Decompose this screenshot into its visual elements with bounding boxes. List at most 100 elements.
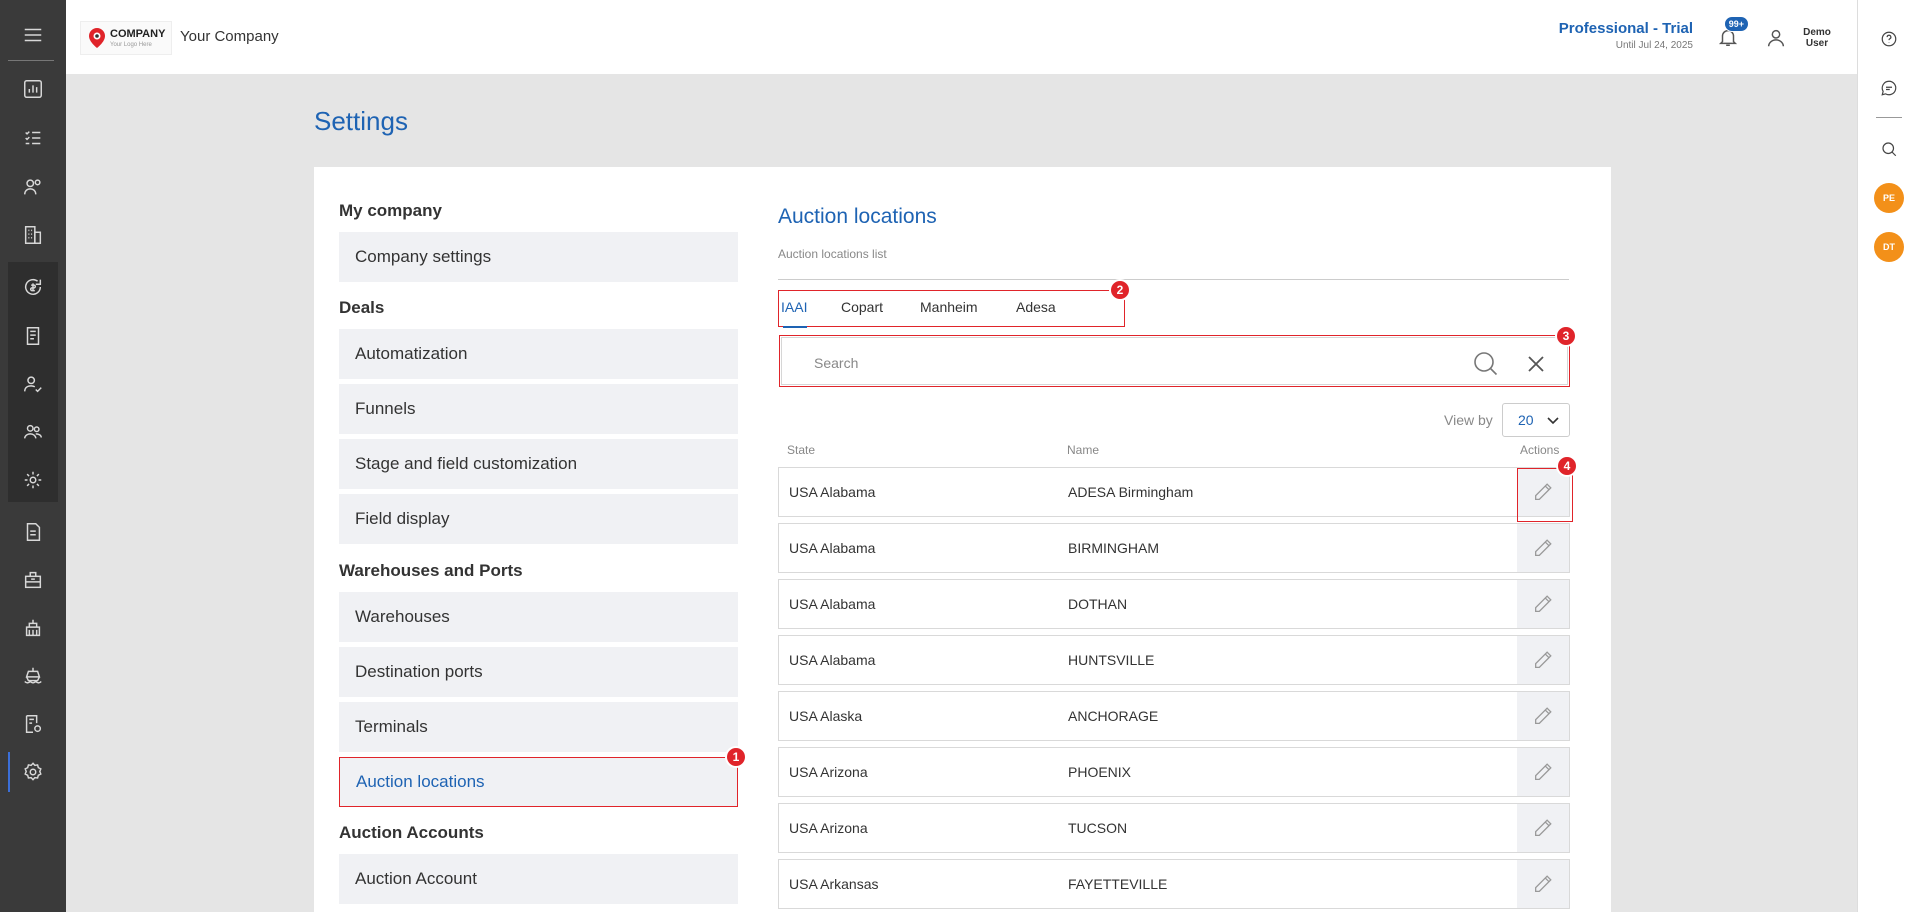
annotation-marker-1: 1 (725, 746, 747, 768)
pencil-icon (1535, 875, 1552, 892)
user-check-icon[interactable] (0, 361, 66, 407)
rail-divider (1876, 117, 1902, 118)
column-header-state: State (787, 443, 816, 457)
avatar-pe[interactable]: PE (1874, 183, 1904, 213)
company-logo[interactable]: COMPANY Your Logo Here (80, 21, 172, 55)
nav-item-destination-ports[interactable]: Destination ports (339, 647, 738, 697)
cell-state: USA Alaska (789, 708, 863, 724)
column-header-actions: Actions (1520, 443, 1560, 457)
chat-icon[interactable] (1873, 72, 1905, 104)
sidebar-divider (8, 60, 54, 61)
page-title: Settings (314, 106, 408, 136)
cell-state: USA Alabama (789, 484, 876, 500)
user-settings-icon[interactable] (0, 457, 66, 503)
avatar-dt[interactable]: DT (1874, 232, 1904, 262)
plan-until: Until Jul 24, 2025 (1615, 40, 1693, 51)
cell-name: HUNTSVILLE (1068, 652, 1155, 668)
top-header: COMPANY Your Logo Here Your Company Prof… (66, 0, 1857, 74)
tab-copart[interactable]: Copart (841, 299, 883, 315)
table-row[interactable]: USA Alaska ANCHORAGE (778, 691, 1570, 741)
nav-section-auction-accounts: Auction Accounts (339, 823, 484, 842)
content-divider (778, 279, 1569, 280)
tab-manheim[interactable]: Manheim (920, 299, 978, 315)
plan-info[interactable]: Professional - Trial Until Jul 24, 2025 (1559, 20, 1693, 51)
reports-settings-icon[interactable] (0, 701, 66, 747)
nav-item-warehouses[interactable]: Warehouses (339, 592, 738, 642)
settings-card: My company Company settings Deals Automa… (314, 167, 1611, 912)
edit-button[interactable] (1517, 580, 1569, 628)
menu-icon[interactable] (0, 12, 66, 58)
content-title: Auction locations (778, 205, 937, 228)
clear-close-icon[interactable] (1525, 353, 1547, 375)
pencil-icon (1535, 539, 1552, 556)
invoice-book-icon[interactable] (0, 313, 66, 359)
tasks-list-icon[interactable] (0, 115, 66, 161)
cell-name: ANCHORAGE (1068, 708, 1159, 724)
edit-button[interactable] (1517, 860, 1569, 908)
table-row[interactable]: USA Alabama BIRMINGHAM (778, 523, 1570, 573)
cell-state: USA Alabama (789, 540, 876, 556)
dashboard-icon[interactable] (0, 66, 66, 112)
cell-state: USA Arizona (789, 820, 868, 836)
cell-state: USA Alabama (789, 652, 876, 668)
pencil-icon (1535, 819, 1552, 836)
view-by-label: View by (1444, 412, 1493, 428)
contacts-icon[interactable] (0, 164, 66, 210)
table-row[interactable]: USA Alabama HUNTSVILLE (778, 635, 1570, 685)
ship-port-icon[interactable] (0, 653, 66, 699)
warehouse-box-icon[interactable] (0, 557, 66, 603)
nav-section-warehouses-ports: Warehouses and Ports (339, 561, 523, 580)
table-row[interactable]: USA Arkansas FAYETTEVILLE (778, 859, 1570, 909)
search-rail-icon[interactable] (1873, 133, 1905, 165)
user-last-name: User (1805, 37, 1829, 49)
help-icon[interactable] (1873, 23, 1905, 55)
cell-name: DOTHAN (1068, 596, 1128, 612)
user-name[interactable]: Demo User (1799, 27, 1835, 49)
nav-item-company-settings[interactable]: Company settings (339, 232, 738, 282)
nav-item-stage-field-customization[interactable]: Stage and field customization (339, 439, 738, 489)
nav-item-terminals[interactable]: Terminals (339, 702, 738, 752)
auction-tabs: IAAI Copart Manheim Adesa (778, 290, 1125, 328)
table-row[interactable]: USA Arizona TUCSON (778, 803, 1570, 853)
user-avatar-icon[interactable] (1761, 23, 1791, 53)
tab-adesa[interactable]: Adesa (1016, 299, 1056, 315)
terminal-crane-icon[interactable] (0, 605, 66, 651)
view-by-value: 20 (1518, 412, 1534, 428)
content-subtitle: Auction locations list (778, 247, 887, 261)
edit-button[interactable] (1517, 524, 1569, 572)
edit-button[interactable] (1517, 692, 1569, 740)
chevron-down-icon (1547, 417, 1559, 425)
edit-button[interactable] (1517, 636, 1569, 684)
nav-item-auction-locations[interactable]: Auction locations (339, 757, 738, 807)
edit-button[interactable] (1517, 804, 1569, 852)
company-name: Your Company (180, 28, 279, 45)
search-icon[interactable] (1473, 351, 1499, 377)
notifications-bell-icon[interactable]: 99+ (1713, 16, 1749, 52)
table-row[interactable]: USA Alabama ADESA Birmingham (778, 467, 1570, 517)
nav-item-auction-account[interactable]: Auction Account (339, 854, 738, 904)
tab-iaai[interactable]: IAAI (781, 299, 807, 315)
edit-button[interactable] (1517, 748, 1569, 796)
search-input[interactable] (814, 352, 1454, 374)
table-row[interactable]: USA Arizona PHOENIX (778, 747, 1570, 797)
annotation-marker-2: 2 (1109, 279, 1131, 301)
annotation-marker-4: 4 (1556, 455, 1578, 477)
plan-name[interactable]: Professional - Trial (1559, 20, 1693, 37)
view-by-select[interactable]: 20 (1502, 403, 1570, 437)
table-row[interactable]: USA Alabama DOTHAN (778, 579, 1570, 629)
team-icon[interactable] (0, 409, 66, 455)
nav-item-automatization[interactable]: Automatization (339, 329, 738, 379)
pencil-icon (1535, 707, 1552, 724)
cell-name: TUCSON (1068, 820, 1128, 836)
cell-state: USA Alabama (789, 596, 876, 612)
companies-building-icon[interactable] (0, 212, 66, 258)
document-icon[interactable] (0, 509, 66, 555)
nav-item-field-display[interactable]: Field display (339, 494, 738, 544)
cell-name: ADESA Birmingham (1068, 484, 1194, 500)
finance-cycle-icon[interactable] (0, 264, 66, 310)
pencil-icon (1535, 763, 1552, 780)
nav-item-funnels[interactable]: Funnels (339, 384, 738, 434)
settings-gear-icon[interactable] (0, 749, 66, 795)
annotation-marker-3: 3 (1555, 325, 1577, 347)
column-header-name: Name (1067, 443, 1100, 457)
